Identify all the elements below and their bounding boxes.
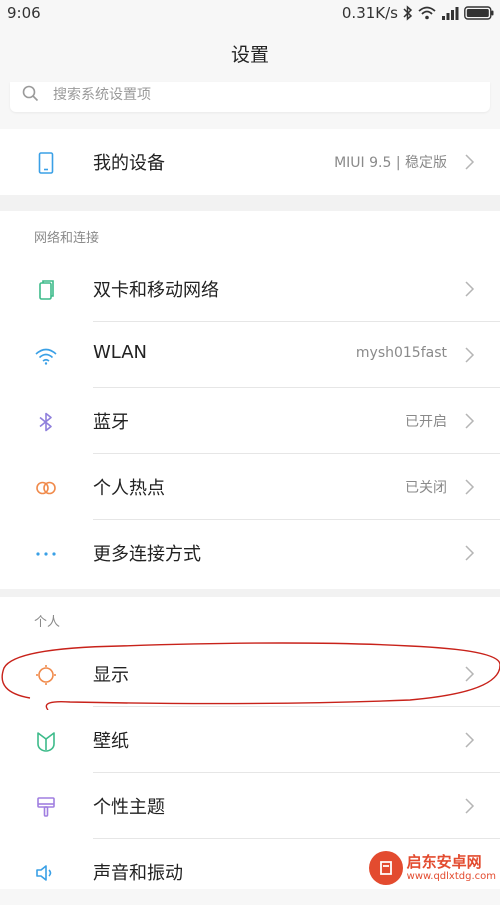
chevron-right-icon xyxy=(464,478,476,500)
wifi-icon xyxy=(34,344,58,368)
watermark-logo-icon xyxy=(368,851,403,885)
my-device-version: MIUI 9.5 | 稳定版 xyxy=(334,155,447,171)
bluetooth-item[interactable]: 蓝牙 已开启 xyxy=(0,388,500,454)
wlan-network-name: mysh015fast xyxy=(355,345,447,361)
wallpaper-icon xyxy=(34,729,58,753)
theme-label: 个性主题 xyxy=(93,797,165,818)
more-connections-item[interactable]: 更多连接方式 xyxy=(0,520,500,586)
hotspot-item[interactable]: 个人热点 已关闭 xyxy=(0,454,500,520)
network-section: 网络和连接 双卡和移动网络 WLAN mysh015fast 蓝牙 已开启 个人… xyxy=(0,211,500,589)
more-dots-icon xyxy=(34,542,58,566)
section-header-network: 网络和连接 xyxy=(34,231,100,246)
section-header-personal: 个人 xyxy=(34,615,61,630)
network-speed: 0.31K/s xyxy=(341,4,398,22)
theme-brush-icon xyxy=(34,795,58,819)
chevron-right-icon xyxy=(464,544,476,566)
personal-section: 个人 显示 壁纸 个性主题 声音和振动 xyxy=(0,597,500,889)
sim-mobile-network-label: 双卡和移动网络 xyxy=(93,280,219,301)
page-title: 设置 xyxy=(230,44,269,66)
status-bar: 9:06 0.31K/s xyxy=(0,0,500,28)
sim-card-icon xyxy=(34,278,58,302)
chevron-right-icon xyxy=(464,412,476,434)
search-icon xyxy=(21,84,41,108)
chevron-right-icon xyxy=(464,153,476,175)
wifi-status-icon xyxy=(418,6,436,20)
display-item[interactable]: 显示 xyxy=(0,641,500,707)
watermark: 启东安卓网 www.qdlxtdg.com xyxy=(368,851,496,885)
search-input[interactable]: 搜索系统设置项 xyxy=(10,82,490,112)
wlan-item[interactable]: WLAN mysh015fast xyxy=(0,322,500,388)
bluetooth-label: 蓝牙 xyxy=(93,412,129,433)
wallpaper-label: 壁纸 xyxy=(93,731,129,752)
chevron-right-icon xyxy=(464,665,476,687)
more-connections-label: 更多连接方式 xyxy=(93,544,201,565)
bluetooth-status-icon xyxy=(403,5,413,21)
chevron-right-icon xyxy=(464,731,476,753)
speaker-icon xyxy=(34,861,58,885)
my-device-label: 我的设备 xyxy=(93,153,165,174)
chevron-right-icon xyxy=(464,346,476,368)
battery-status-icon xyxy=(464,6,494,20)
bluetooth-icon xyxy=(34,410,58,434)
device-section: 我的设备 MIUI 9.5 | 稳定版 xyxy=(0,129,500,195)
sim-mobile-network-item[interactable]: 双卡和移动网络 xyxy=(0,256,500,322)
theme-item[interactable]: 个性主题 xyxy=(0,773,500,839)
search-placeholder: 搜索系统设置项 xyxy=(53,87,151,103)
hotspot-icon xyxy=(34,476,58,500)
watermark-title: 启东安卓网 xyxy=(406,853,482,872)
phone-icon xyxy=(34,151,58,175)
status-time: 9:06 xyxy=(7,4,41,22)
signal-status-icon xyxy=(441,6,459,20)
hotspot-label: 个人热点 xyxy=(93,478,165,499)
hotspot-status: 已关闭 xyxy=(405,480,447,496)
status-icons: 0.31K/s xyxy=(342,4,494,22)
watermark-url: www.qdlxtdg.com xyxy=(406,870,496,882)
section-gap xyxy=(0,195,500,211)
search-area: 搜索系统设置项 xyxy=(0,82,500,122)
display-label: 显示 xyxy=(93,665,129,686)
section-gap xyxy=(0,589,500,597)
wallpaper-item[interactable]: 壁纸 xyxy=(0,707,500,773)
bluetooth-status: 已开启 xyxy=(405,414,447,430)
sound-vibration-label: 声音和振动 xyxy=(93,863,183,884)
chevron-right-icon xyxy=(464,797,476,819)
chevron-right-icon xyxy=(464,280,476,302)
wlan-label: WLAN xyxy=(93,342,148,363)
my-device-item[interactable]: 我的设备 MIUI 9.5 | 稳定版 xyxy=(0,129,500,195)
brightness-icon xyxy=(34,663,58,687)
